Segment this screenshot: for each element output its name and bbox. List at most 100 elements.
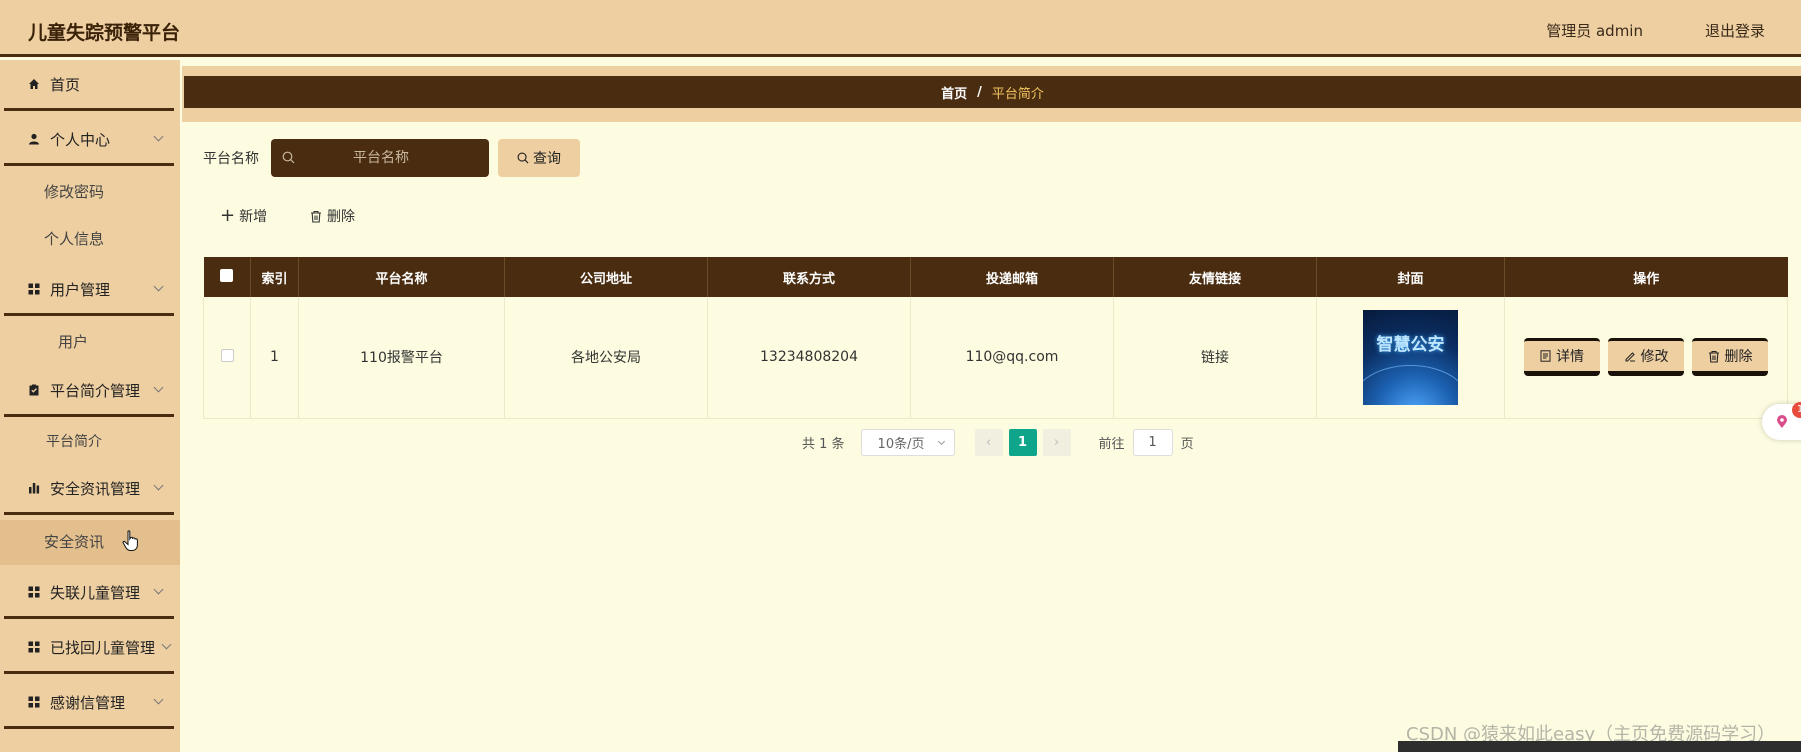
address-cell: 各地公安局: [504, 297, 708, 419]
column-header: 联系方式: [707, 257, 911, 297]
bulk-delete-button[interactable]: 删除: [310, 206, 355, 226]
total-count: 共 1 条: [802, 437, 845, 452]
platform-name-cell: 110报警平台: [298, 297, 505, 419]
query-button[interactable]: 查询: [498, 139, 580, 177]
table-header-row: 索引 平台名称 公司地址 联系方式 投递邮箱 友情链接 封面 操作: [203, 257, 1788, 297]
table-row: 1 110报警平台 各地公安局 13234808204 110@qq.com 链…: [203, 297, 1788, 419]
grid-icon: [28, 641, 40, 653]
cover-image[interactable]: 智慧公安: [1363, 309, 1458, 405]
sidebar-item-label: 用户管理: [50, 280, 111, 299]
sidebar-item-label: 安全资讯: [44, 533, 105, 551]
select-all-checkbox[interactable]: [220, 268, 234, 282]
detail-button-label: 详情: [1556, 349, 1584, 366]
document-icon: [1540, 350, 1551, 362]
grid-icon: [28, 696, 40, 708]
sidebar-item-personal-info[interactable]: 个人信息: [0, 217, 180, 262]
row-checkbox[interactable]: [220, 348, 234, 362]
sidebar-item-label: 平台简介: [46, 434, 102, 450]
trash-icon: [311, 210, 321, 223]
hand-cursor-icon: [122, 530, 138, 551]
sidebar-item-label: 用户: [58, 333, 89, 351]
top-header: 儿童失踪预警平台 管理员 admin 退出登录: [0, 0, 1801, 57]
detail-button[interactable]: 详情: [1524, 338, 1600, 377]
chevron-down-icon: [937, 437, 945, 446]
phone-cell: 13234808204: [707, 297, 911, 419]
sidebar-item-platform-intro[interactable]: 平台简介: [0, 420, 180, 465]
chevron-left-icon: ‹: [985, 435, 992, 450]
breadcrumb-home[interactable]: 首页: [941, 83, 967, 102]
sidebar-item-label: 失联儿童管理: [50, 583, 141, 602]
edit-icon: [1625, 352, 1635, 362]
sidebar-item-home[interactable]: 首页: [4, 60, 174, 111]
column-header: 封面: [1316, 257, 1505, 297]
page-size-select[interactable]: 10条/页: [860, 429, 955, 456]
add-button-label: 新增: [239, 209, 268, 225]
chevron-down-icon: [153, 131, 164, 142]
column-header: 平台名称: [298, 257, 505, 297]
chevron-right-icon: ›: [1053, 435, 1060, 450]
sidebar-item-user-management[interactable]: 用户管理: [4, 265, 174, 316]
add-button[interactable]: + 新增: [220, 206, 267, 226]
sidebar-item-label: 修改密码: [44, 183, 105, 201]
sidebar-item-label: 个人中心: [50, 130, 111, 149]
app-title: 儿童失踪预警平台: [28, 22, 181, 44]
data-table: 索引 平台名称 公司地址 联系方式 投递邮箱 友情链接 封面 操作 1 110报…: [203, 257, 1788, 419]
actions-cell: 详情 修改 删除: [1504, 297, 1788, 419]
cover-cell: 智慧公安: [1316, 297, 1505, 419]
sidebar-item-found-children-management[interactable]: 已找回儿童管理: [4, 623, 174, 674]
clipboard-icon: [28, 384, 40, 396]
column-header: 投递邮箱: [910, 257, 1114, 297]
breadcrumb: 首页 / 平台简介: [184, 76, 1801, 108]
page-number-current[interactable]: 1: [1008, 429, 1037, 456]
sidebar-item-missing-children-management[interactable]: 失联儿童管理: [4, 568, 174, 619]
floating-assistant-widget[interactable]: 1: [1762, 402, 1801, 440]
prev-page-button[interactable]: ‹: [974, 429, 1003, 456]
sidebar-item-label: 个人信息: [44, 230, 105, 248]
breadcrumb-current: 平台简介: [991, 86, 1044, 102]
column-header: 友情链接: [1113, 257, 1317, 297]
pagination: 共 1 条 10条/页 ‹ 1 › 前往 页: [802, 429, 1194, 456]
chevron-down-icon: [153, 281, 164, 292]
sidebar-item-label: 已找回儿童管理: [50, 638, 156, 657]
cover-globe-decoration: [1363, 364, 1458, 405]
home-icon: [28, 78, 40, 90]
goto-label: 前往: [1098, 437, 1125, 452]
sidebar-item-label: 首页: [50, 75, 81, 94]
sidebar-item-users[interactable]: 用户: [0, 320, 180, 365]
page-size-value: 10条/页: [877, 437, 925, 452]
chevron-down-icon: [153, 382, 164, 393]
select-all-cell[interactable]: [203, 257, 251, 297]
main-content: 首页 / 平台简介 平台名称 查询 + 新增 删除 索引 平台名称 公司地址 联…: [182, 60, 1801, 752]
bottom-overlay-bar: [1398, 741, 1801, 752]
link-cell[interactable]: 链接: [1113, 297, 1317, 419]
search-label: 平台名称: [203, 151, 259, 167]
bar-chart-icon: [28, 482, 40, 494]
chevron-down-icon: [153, 694, 164, 705]
sidebar-item-platform-intro-management[interactable]: 平台简介管理: [4, 366, 174, 417]
sidebar-item-personal-center[interactable]: 个人中心: [4, 115, 174, 166]
sidebar-item-label: 感谢信管理: [50, 693, 126, 712]
goto-page-input[interactable]: [1132, 429, 1173, 456]
sidebar-item-safety-news[interactable]: 安全资讯: [0, 520, 180, 565]
row-select-cell[interactable]: [203, 297, 251, 419]
logout-link[interactable]: 退出登录: [1705, 20, 1765, 41]
row-delete-button-label: 删除: [1724, 349, 1753, 366]
search-input[interactable]: [271, 139, 489, 177]
sidebar-item-safety-news-management[interactable]: 安全资讯管理: [4, 464, 174, 515]
search-field[interactable]: [271, 139, 489, 177]
sidebar-item-thanks-letter-management[interactable]: 感谢信管理: [4, 678, 174, 729]
delete-button-label: 删除: [327, 209, 355, 225]
breadcrumb-bar: 首页 / 平台简介: [182, 66, 1801, 122]
next-page-button[interactable]: ›: [1042, 429, 1071, 456]
column-header: 索引: [250, 257, 299, 297]
sidebar-item-change-password[interactable]: 修改密码: [0, 170, 180, 215]
trash-icon: [1708, 350, 1719, 363]
sidebar: 首页 个人中心 修改密码 个人信息 用户管理 用户 平台简介管理 平台简介 安全…: [0, 60, 180, 752]
edit-button-label: 修改: [1640, 349, 1669, 366]
chevron-down-icon: [153, 480, 164, 491]
index-cell: 1: [250, 297, 299, 419]
grid-icon: [28, 586, 40, 598]
page-unit-label: 页: [1180, 437, 1194, 452]
edit-button[interactable]: 修改: [1608, 338, 1684, 377]
row-delete-button[interactable]: 删除: [1692, 338, 1768, 377]
